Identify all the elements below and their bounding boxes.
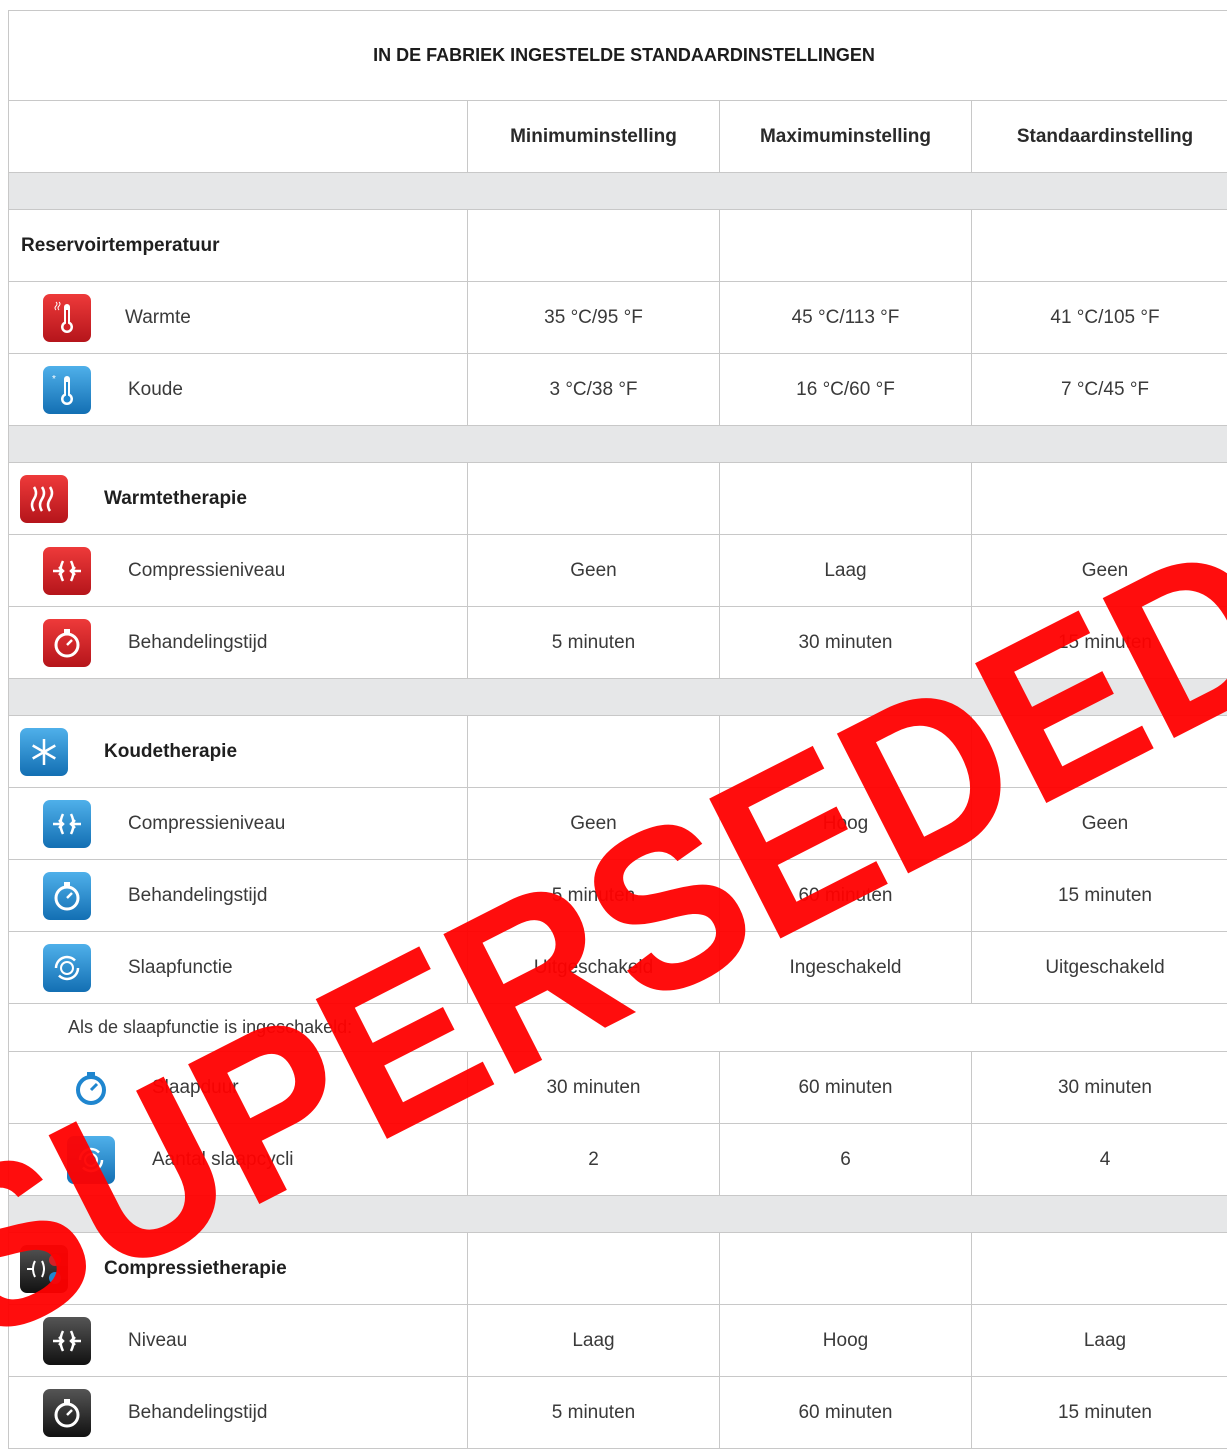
value-default: 41 °C/105 °F (1050, 306, 1160, 328)
value-min: Geen (570, 812, 617, 834)
value-min: 30 minuten (546, 1076, 641, 1098)
sleep-note: Als de slaapfunctie is ingeschakeld: (68, 1017, 353, 1037)
table-row: Behandelingstijd 5 minuten 30 minuten 15… (9, 607, 1227, 679)
value-max: Hoog (822, 812, 869, 834)
value-max: 60 minuten (798, 884, 893, 906)
table-title-row: IN DE FABRIEK INGESTELDE STANDAARDINSTEL… (9, 11, 1227, 101)
value-default: Geen (1081, 812, 1129, 834)
row-label: Compressieniveau (128, 559, 286, 581)
compression-therapy-icon (20, 1244, 68, 1293)
value-min: 3 °C/38 °F (549, 378, 638, 400)
section-label-cold: Koudetherapie (104, 740, 238, 762)
section-header-reservoir: Reservoirtemperatuur (9, 210, 1227, 282)
value-max: Ingeschakeld (789, 956, 902, 978)
value-max: 16 °C/60 °F (796, 378, 895, 400)
section-label-reservoir: Reservoirtemperatuur (21, 234, 220, 256)
compression-level-icon (43, 1316, 91, 1365)
section-header-cold: Koudetherapie (9, 716, 1227, 788)
value-max: 60 minuten (798, 1076, 893, 1098)
value-default: 15 minuten (1057, 631, 1152, 653)
table-row: Aantal slaapcycli 2 6 4 (9, 1124, 1227, 1196)
value-max: 60 minuten (798, 1401, 893, 1423)
value-default: 4 (1099, 1148, 1111, 1170)
settings-table: IN DE FABRIEK INGESTELDE STANDAARDINSTEL… (8, 10, 1227, 1449)
compression-timer-icon (43, 1388, 91, 1437)
table-title: IN DE FABRIEK INGESTELDE STANDAARDINSTEL… (373, 45, 875, 65)
value-min: 2 (588, 1148, 599, 1170)
section-header-heat: Warmtetherapie (9, 463, 1227, 535)
section-label-compression: Compressietherapie (104, 1257, 287, 1279)
value-max: 6 (840, 1148, 851, 1170)
value-default: 15 minuten (1057, 884, 1152, 906)
row-label: Compressieniveau (128, 812, 286, 834)
row-label: Niveau (128, 1329, 188, 1351)
row-label: Aantal slaapcycli (152, 1148, 294, 1170)
heat-compression-icon (43, 546, 91, 595)
row-label: Behandelingstijd (128, 631, 268, 653)
svg-text:*: * (52, 374, 56, 385)
section-header-compression: Compressietherapie (9, 1233, 1227, 1305)
value-min: 5 minuten (551, 631, 636, 653)
table-row: Slaapfunctie Uitgeschakeld Ingeschakeld … (9, 932, 1227, 1004)
value-min: 35 °C/95 °F (544, 306, 643, 328)
value-default: Uitgeschakeld (1045, 956, 1165, 978)
row-label: Behandelingstijd (128, 884, 268, 906)
value-max: 30 minuten (798, 631, 893, 653)
section-label-heat: Warmtetherapie (104, 487, 247, 509)
value-min: 5 minuten (551, 1401, 636, 1423)
row-label: Slaapfunctie (128, 956, 233, 978)
snowflake-icon (20, 727, 68, 776)
separator-row (9, 1196, 1227, 1233)
heat-timer-icon (43, 618, 91, 667)
value-max: 45 °C/113 °F (791, 306, 900, 328)
header-min: Minimuminstelling (510, 125, 677, 147)
value-min: Laag (572, 1329, 615, 1351)
separator-row (9, 679, 1227, 716)
value-default: 30 minuten (1057, 1076, 1152, 1098)
cold-compression-icon (43, 799, 91, 848)
value-max: Hoog (822, 1329, 869, 1351)
table-row: Warmte 35 °C/95 °F 45 °C/113 °F 41 °C/10… (9, 282, 1227, 354)
value-min: 5 minuten (551, 884, 636, 906)
value-default: Geen (1081, 559, 1129, 581)
header-empty (9, 101, 467, 172)
table-row: Behandelingstijd 5 minuten 60 minuten 15… (9, 860, 1227, 932)
table-row: Slaapduur 30 minuten 60 minuten 30 minut… (9, 1052, 1227, 1124)
separator-row (9, 426, 1227, 463)
value-default: 7 °C/45 °F (1060, 378, 1150, 400)
sleep-cycles-icon (67, 1135, 115, 1184)
note-row: Als de slaapfunctie is ingeschakeld: (9, 1004, 1227, 1052)
value-default: Laag (1083, 1329, 1127, 1351)
table-row: Niveau Laag Hoog Laag (9, 1305, 1227, 1377)
value-min: Uitgeschakeld (533, 956, 654, 978)
sleep-timer-icon (67, 1064, 115, 1112)
separator-row (9, 173, 1227, 210)
value-default: 15 minuten (1057, 1401, 1152, 1423)
cold-thermometer-icon: * (43, 365, 91, 414)
header-default: Standaardinstelling (1016, 125, 1194, 147)
row-label: Koude (128, 378, 183, 400)
table-row: * Koude 3 °C/38 °F 16 °C/60 °F 7 °C/45 °… (9, 354, 1227, 426)
table-row: Compressieniveau Geen Laag Geen (9, 535, 1227, 607)
header-max: Maximuminstelling (759, 125, 932, 147)
heat-thermometer-icon (43, 293, 91, 342)
table-row: Compressieniveau Geen Hoog Geen (9, 788, 1227, 860)
table-row: Behandelingstijd 5 minuten 60 minuten 15… (9, 1377, 1227, 1449)
row-label: Warmte (125, 306, 191, 328)
heat-waves-icon (20, 474, 68, 523)
cold-timer-icon (43, 871, 91, 920)
value-max: Laag (824, 559, 867, 581)
sleep-cycle-icon (43, 943, 91, 992)
row-label: Slaapduur (152, 1076, 239, 1098)
value-min: Geen (570, 559, 617, 581)
row-label: Behandelingstijd (128, 1401, 268, 1423)
header-row: Minimuminstelling Maximuminstelling Stan… (9, 101, 1227, 173)
